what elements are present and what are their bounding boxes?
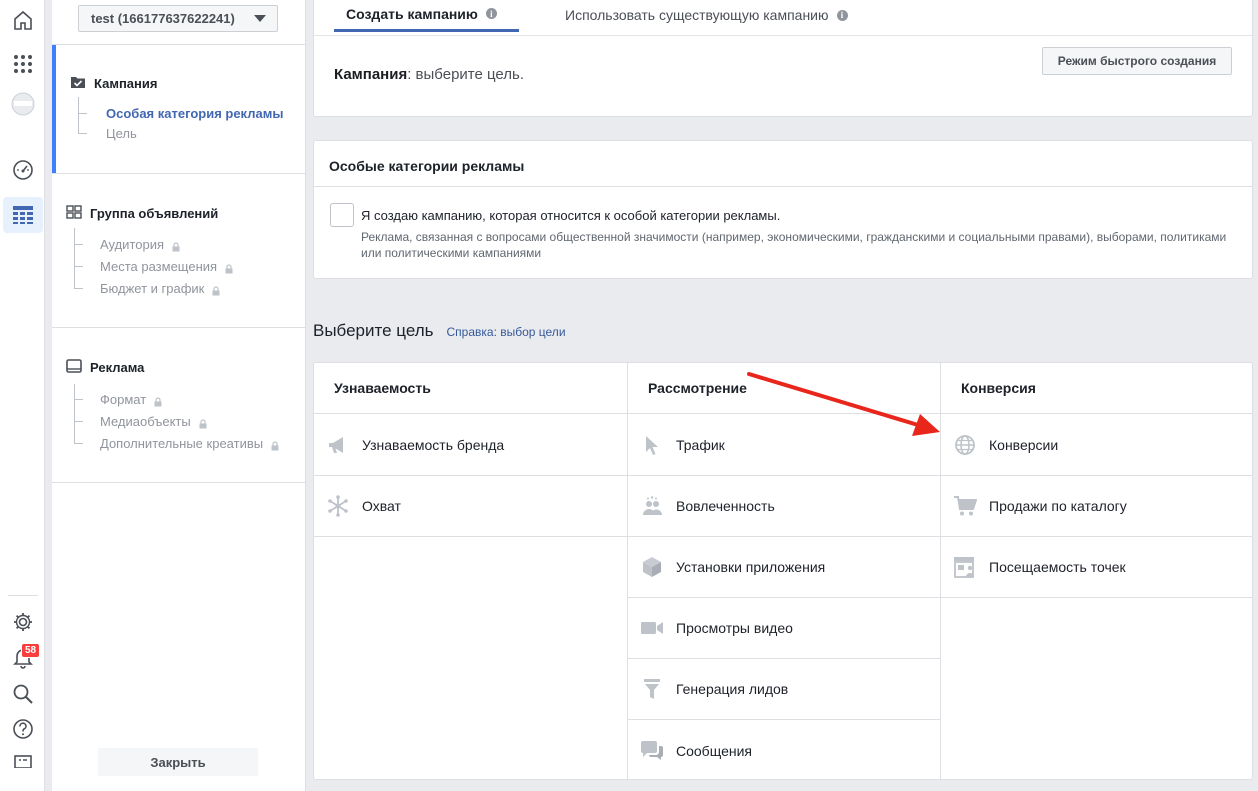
campaign-create-card: Создать кампанию i Использовать существую… [313, 0, 1253, 117]
ads-manager-button[interactable] [3, 197, 43, 233]
campaign-structure-nav: test (166177637622241) Кампания Особая к… [52, 0, 306, 791]
nav-campaign-title: Кампания [94, 75, 158, 91]
tab-existing-campaign[interactable]: Использовать существующую кампанию i [565, 0, 848, 32]
cart-icon [954, 496, 977, 516]
app-rail: 58 [0, 0, 45, 791]
objective-video-views[interactable]: Просмотры видео [628, 598, 940, 659]
folder-check-icon [71, 77, 85, 88]
tab-create-campaign[interactable]: Создать кампанию i [334, 0, 519, 32]
caret-down-icon [254, 15, 266, 22]
nav-campaign-head[interactable]: Кампания [70, 75, 157, 91]
lock-icon [212, 284, 220, 295]
info-icon[interactable]: i [836, 9, 848, 21]
objective-app-installs[interactable]: Установки приложения [628, 537, 940, 598]
lock-icon [199, 417, 207, 428]
nav-item-extra-creatives[interactable]: Дополнительные креативы [100, 436, 279, 451]
box-icon [643, 557, 661, 577]
objective-title: Выберите цель [313, 321, 434, 340]
special-category-description: Реклама, связанная с вопросами обществен… [361, 230, 1227, 260]
special-category-checkbox-label[interactable]: Я создаю кампанию, которая относится к о… [361, 208, 780, 223]
question-icon [13, 719, 33, 739]
campaign-hint: : выберите цель. [407, 66, 525, 83]
objective-brand-awareness[interactable]: Узнаваемость бренда [314, 415, 627, 476]
nav-ad-title: Реклама [90, 359, 145, 375]
nav-item-objective[interactable]: Цель [106, 126, 137, 141]
nav-adset-head[interactable]: Группа объявлений [66, 205, 218, 221]
settings-button[interactable] [3, 604, 43, 640]
nav-divider [52, 482, 306, 483]
lock-icon [154, 395, 162, 406]
special-category-card: Особые категории рекламы Я создаю кампан… [313, 140, 1253, 279]
nav-section-ad[interactable]: Реклама Формат Медиаобъекты Дополнительн… [52, 328, 306, 482]
grid-dots-icon [14, 55, 32, 73]
cursor-icon [646, 436, 658, 455]
funnel-icon [644, 679, 660, 699]
nav-item-budget-schedule[interactable]: Бюджет и график [100, 281, 220, 296]
megaphone-icon [329, 437, 343, 453]
notifications-badge: 58 [21, 643, 41, 658]
nav-adset-title: Группа объявлений [90, 205, 219, 221]
nav-section-campaign[interactable]: Кампания Особая категория рекламы Цель [52, 45, 306, 173]
objective-traffic[interactable]: Трафик [628, 415, 940, 476]
storefront-icon [954, 557, 974, 578]
objective-conversions[interactable]: Конверсии [941, 415, 1252, 476]
account-selector[interactable]: test (166177637622241) [78, 5, 278, 32]
special-category-title: Особые категории рекламы [329, 158, 525, 174]
campaign-label: Кампания [334, 66, 408, 83]
nav-item-media[interactable]: Медиаобъекты [100, 414, 207, 429]
column-awareness-head: Узнаваемость [314, 363, 627, 414]
objective-help-link[interactable]: Справка: выбор цели [447, 325, 566, 339]
ad-monitor-icon [66, 359, 82, 373]
table-icon [13, 206, 33, 224]
objective-messages[interactable]: Сообщения [628, 720, 940, 781]
rail-divider [8, 595, 38, 596]
apps-menu-button[interactable] [3, 46, 43, 82]
nav-ad-head[interactable]: Реклама [66, 359, 144, 375]
lock-icon [225, 262, 233, 273]
close-button[interactable]: Закрыть [98, 748, 258, 776]
adset-grid-icon [66, 205, 82, 219]
objective-lead-generation[interactable]: Генерация лидов [628, 659, 940, 720]
home-button[interactable] [3, 2, 43, 38]
objective-grid: Узнаваемость Рассмотрение Конверсия Узна… [313, 362, 1253, 780]
nav-item-placements[interactable]: Места размещения [100, 259, 233, 274]
dashboard-button[interactable] [3, 152, 43, 188]
account-avatar-button[interactable] [3, 86, 43, 122]
objective-engagement[interactable]: Вовлеченность [628, 476, 940, 537]
people-icon [643, 496, 662, 515]
tree-line [78, 97, 79, 133]
search-button[interactable] [3, 676, 43, 712]
nav-item-format[interactable]: Формат [100, 392, 162, 407]
home-icon [14, 10, 32, 30]
gear-icon [14, 613, 32, 631]
avatar-icon [11, 92, 35, 116]
nav-item-special-category[interactable]: Особая категория рекламы [106, 106, 283, 121]
report-button[interactable] [3, 748, 43, 768]
column-consideration-head: Рассмотрение [628, 363, 940, 414]
gauge-icon [13, 160, 33, 180]
report-icon [14, 755, 32, 768]
account-name: test (166177637622241) [91, 11, 235, 26]
reach-icon [328, 495, 348, 517]
video-camera-icon [641, 622, 663, 634]
nav-item-audience[interactable]: Аудитория [100, 237, 180, 252]
search-icon [13, 684, 33, 704]
column-conversion-head: Конверсия [941, 363, 1252, 414]
objective-reach[interactable]: Охват [314, 476, 627, 537]
lock-icon [172, 240, 180, 251]
objective-header: Выберите цель Справка: выбор цели [313, 321, 566, 341]
globe-icon [955, 435, 975, 455]
special-category-checkbox[interactable] [330, 203, 354, 227]
quick-create-button[interactable]: Режим быстрого создания [1042, 47, 1232, 75]
help-button[interactable] [3, 711, 43, 747]
objective-store-traffic[interactable]: Посещаемость точек [941, 537, 1252, 598]
campaign-status-line: Кампания: выберите цель. [334, 66, 524, 83]
nav-section-adset[interactable]: Группа объявлений Аудитория Места размещ… [52, 174, 306, 328]
objective-catalog-sales[interactable]: Продажи по каталогу [941, 476, 1252, 537]
lock-icon [271, 439, 279, 450]
chat-bubbles-icon [641, 740, 663, 760]
info-icon[interactable]: i [485, 8, 497, 19]
